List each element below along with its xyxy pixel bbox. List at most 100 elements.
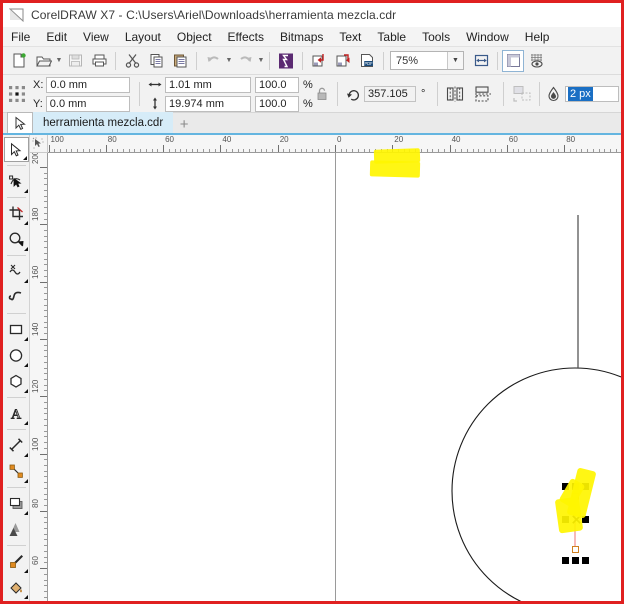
paste-icon[interactable] bbox=[168, 49, 192, 73]
flyout-triangle-icon[interactable] bbox=[23, 247, 28, 251]
import-icon[interactable] bbox=[307, 49, 331, 73]
mirror-horizontal-button[interactable] bbox=[445, 75, 465, 113]
mirror-vertical-icon[interactable] bbox=[473, 84, 493, 104]
zoom-to-fit-icon[interactable] bbox=[469, 49, 493, 73]
flyout-triangle-icon[interactable] bbox=[23, 363, 28, 367]
menu-edit[interactable]: Edit bbox=[38, 28, 75, 46]
open-document-icon[interactable] bbox=[31, 49, 55, 73]
menu-table[interactable]: Table bbox=[369, 28, 414, 46]
object-width-field[interactable]: 1.01 mm bbox=[165, 76, 251, 93]
tool-color-eyedropper[interactable] bbox=[4, 549, 29, 574]
rotation-unit-label: ° bbox=[421, 88, 426, 100]
ruler-tick-minor bbox=[409, 149, 411, 152]
add-tab-button[interactable]: + bbox=[175, 115, 193, 133]
menu-file[interactable]: File bbox=[3, 28, 38, 46]
object-origin-grid-icon[interactable] bbox=[7, 84, 27, 104]
flyout-triangle-icon[interactable] bbox=[23, 569, 28, 573]
drawing-canvas[interactable] bbox=[48, 153, 621, 601]
menu-window[interactable]: Window bbox=[458, 28, 517, 46]
tool-pick[interactable] bbox=[3, 137, 29, 162]
flyout-triangle-icon[interactable] bbox=[23, 221, 28, 225]
node-handle-bottom-center[interactable] bbox=[572, 557, 579, 564]
node-handle-bottom-left[interactable] bbox=[562, 557, 569, 564]
menu-bitmaps[interactable]: Bitmaps bbox=[272, 28, 331, 46]
tool-fill[interactable] bbox=[4, 575, 29, 600]
mirror-horizontal-icon[interactable] bbox=[445, 84, 465, 104]
scale-horizontal-field[interactable]: 100.0 bbox=[255, 76, 299, 93]
vertical-ruler[interactable]: 200 180 160 140 120 100 80 60 bbox=[30, 153, 48, 601]
rotation-center-x-icon[interactable] bbox=[572, 515, 581, 524]
print-icon[interactable] bbox=[87, 49, 111, 73]
tool-ellipse[interactable] bbox=[4, 343, 29, 368]
outline-width-field[interactable]: 2 px bbox=[565, 86, 619, 102]
tool-text[interactable]: A bbox=[4, 401, 29, 426]
object-origin-control[interactable] bbox=[7, 75, 27, 113]
flyout-triangle-icon[interactable] bbox=[23, 337, 28, 341]
rotation-angle-field[interactable]: 357.105 bbox=[364, 86, 416, 102]
copy-icon[interactable] bbox=[144, 49, 168, 73]
menu-object[interactable]: Object bbox=[169, 28, 220, 46]
menu-effects[interactable]: Effects bbox=[220, 28, 272, 46]
flyout-triangle-icon[interactable] bbox=[23, 421, 28, 425]
application-options-icon[interactable] bbox=[502, 49, 524, 72]
node-handle-top-left[interactable] bbox=[562, 483, 569, 490]
tool-crop[interactable] bbox=[4, 201, 29, 226]
flyout-triangle-icon[interactable] bbox=[23, 595, 28, 599]
object-height-field[interactable]: 19.974 mm bbox=[165, 95, 251, 112]
toolbox-separator bbox=[6, 429, 26, 430]
flyout-triangle-icon[interactable] bbox=[23, 189, 28, 193]
node-handle-mid-right[interactable] bbox=[582, 516, 589, 523]
menu-help[interactable]: Help bbox=[517, 28, 558, 46]
tool-artistic-media[interactable] bbox=[4, 285, 29, 310]
scale-vertical-field[interactable]: 100.0 bbox=[255, 95, 299, 112]
flyout-triangle-icon[interactable] bbox=[23, 479, 28, 483]
node-handle-bottom-right[interactable] bbox=[582, 557, 589, 564]
menu-tools[interactable]: Tools bbox=[414, 28, 458, 46]
ruler-origin-icon[interactable] bbox=[30, 135, 48, 153]
tool-shape[interactable] bbox=[4, 169, 29, 194]
lock-ratio-icon[interactable] bbox=[315, 86, 329, 102]
position-y-field[interactable]: 0.0 mm bbox=[45, 95, 130, 112]
node-start-marker[interactable] bbox=[572, 493, 579, 500]
pick-tool-icon[interactable] bbox=[7, 112, 33, 133]
flyout-triangle-icon[interactable] bbox=[23, 511, 28, 515]
tool-connector[interactable] bbox=[4, 459, 29, 484]
menu-view[interactable]: View bbox=[75, 28, 117, 46]
tool-polygon[interactable] bbox=[4, 369, 29, 394]
document-tab[interactable]: herramienta mezcla.cdr bbox=[33, 112, 174, 133]
lock-ratio-button[interactable] bbox=[315, 75, 329, 113]
property-separator bbox=[437, 82, 438, 106]
publish-pdf-icon[interactable]: PDF bbox=[355, 49, 379, 73]
menu-layout[interactable]: Layout bbox=[117, 28, 169, 46]
node-handle-top-right[interactable] bbox=[582, 483, 589, 490]
node-handle-top-center[interactable] bbox=[572, 483, 579, 490]
export-icon[interactable] bbox=[331, 49, 355, 73]
flyout-triangle-icon[interactable] bbox=[23, 279, 28, 283]
menu-text[interactable]: Text bbox=[331, 28, 369, 46]
outline-width-icon[interactable] bbox=[545, 86, 562, 103]
tool-zoom[interactable] bbox=[4, 227, 29, 252]
corel-connect-icon[interactable] bbox=[274, 49, 298, 73]
flyout-triangle-icon[interactable] bbox=[23, 453, 28, 457]
new-document-icon[interactable] bbox=[7, 49, 31, 73]
cut-icon[interactable] bbox=[120, 49, 144, 73]
tool-transparency[interactable] bbox=[4, 517, 29, 542]
node-handle-mid-left[interactable] bbox=[562, 516, 569, 523]
mirror-vertical-button[interactable] bbox=[473, 75, 493, 113]
flyout-triangle-icon[interactable] bbox=[23, 389, 28, 393]
ruler-tick-minor bbox=[466, 149, 468, 152]
tool-dimension[interactable] bbox=[4, 433, 29, 458]
ellipse-shape[interactable] bbox=[451, 367, 621, 601]
tool-freehand[interactable] bbox=[4, 259, 29, 284]
horizontal-ruler[interactable]: 10080604020020406080100 bbox=[48, 135, 621, 153]
ruler-tick-minor bbox=[44, 333, 47, 335]
tool-rectangle[interactable] bbox=[4, 317, 29, 342]
flyout-triangle-icon[interactable] bbox=[22, 156, 27, 160]
chevron-down-icon[interactable]: ▼ bbox=[447, 52, 463, 69]
tool-blend[interactable] bbox=[4, 491, 29, 516]
position-x-field[interactable]: 0.0 mm bbox=[46, 76, 131, 93]
open-document-dropdown-icon[interactable]: ▼ bbox=[55, 50, 63, 72]
zoom-level-combobox[interactable]: 75% ▼ bbox=[390, 51, 464, 70]
show-grid-icon[interactable] bbox=[524, 49, 548, 73]
node-end-marker[interactable] bbox=[572, 546, 579, 553]
